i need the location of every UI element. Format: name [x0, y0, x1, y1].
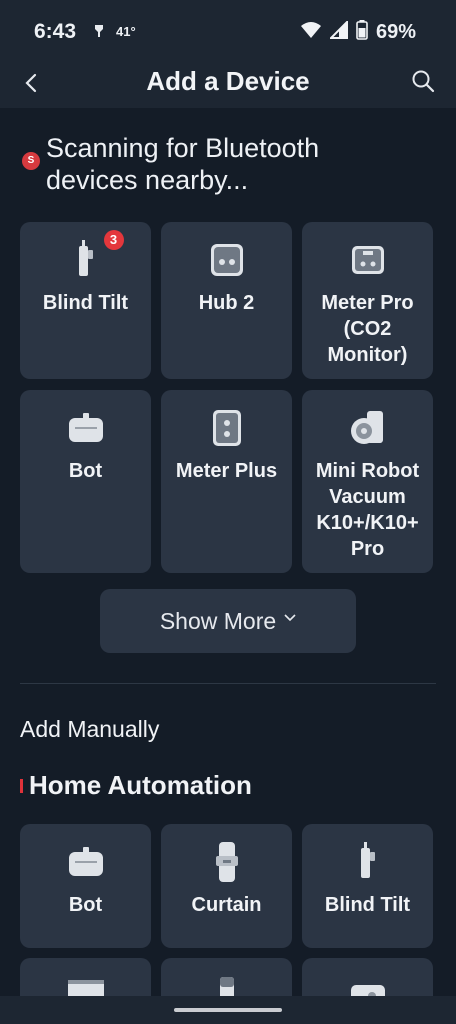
- section-title: Home Automation: [29, 770, 252, 800]
- manual-card-bot[interactable]: Bot: [20, 824, 151, 948]
- scan-text: Scanning for Bluetooth devices nearby...: [46, 132, 319, 196]
- device-label: Meter Plus: [175, 460, 278, 482]
- device-label: Hub 2: [198, 292, 255, 314]
- status-bar: 6:43 41° 69%: [0, 0, 456, 64]
- page-title: Add a Device: [146, 66, 310, 96]
- home-gesture-pill[interactable]: [174, 1008, 282, 1012]
- device-label: Curtain: [191, 894, 262, 916]
- manual-card-curtain[interactable]: Curtain: [161, 824, 292, 948]
- status-temperature: 41°: [116, 24, 136, 39]
- divider: [20, 683, 436, 684]
- badge-count: 3: [103, 230, 124, 250]
- device-card-hub-2[interactable]: Hub 2: [161, 222, 292, 379]
- battery-icon: [356, 20, 368, 45]
- device-label: Meter Pro (CO2 Monitor): [321, 292, 414, 366]
- device-label: Bot: [68, 460, 103, 482]
- scan-text-line2: devices nearby...: [46, 165, 249, 195]
- meter-pro-co2-icon: [348, 240, 388, 280]
- app-header: Add a Device: [0, 64, 456, 108]
- meter-plus-icon: [207, 408, 247, 448]
- status-icons: 69%: [300, 19, 416, 45]
- chevron-down-icon: [284, 601, 296, 628]
- notification-icon: [93, 24, 105, 41]
- signal-icon: [328, 19, 348, 44]
- device-label: Blind Tilt: [42, 292, 129, 314]
- blind-tilt-icon: [348, 842, 388, 882]
- add-manually-heading: Add Manually: [20, 716, 160, 742]
- device-card-meter-plus[interactable]: Meter Plus: [161, 390, 292, 573]
- search-icon: [411, 69, 435, 98]
- device-card-blind-tilt[interactable]: 3 Blind Tilt: [20, 222, 151, 379]
- scan-text-line1: Scanning for Bluetooth: [46, 133, 320, 163]
- section-accent-bar: [20, 778, 23, 793]
- device-label: Blind Tilt: [324, 894, 411, 916]
- manual-card-blind-tilt[interactable]: Blind Tilt: [302, 824, 433, 948]
- hub-2-icon: [207, 240, 247, 280]
- navigation-bar: [0, 996, 456, 1024]
- wifi-icon: [300, 21, 322, 44]
- section-header-home-automation: Home Automation: [20, 770, 252, 801]
- robot-vacuum-icon: [348, 408, 388, 448]
- scan-indicator-icon: S: [22, 152, 40, 170]
- device-label: Bot: [68, 894, 103, 916]
- show-more-label: Show More: [159, 607, 277, 634]
- show-more-button[interactable]: Show More: [100, 589, 356, 653]
- search-button[interactable]: [408, 68, 438, 98]
- device-card-bot[interactable]: Bot: [20, 390, 151, 573]
- status-time: 6:43: [34, 20, 77, 43]
- scan-status: S Scanning for Bluetooth devices nearby.…: [22, 132, 432, 196]
- device-card-meter-pro-co2[interactable]: Meter Pro (CO2 Monitor): [302, 222, 433, 379]
- curtain-icon: [207, 842, 247, 882]
- device-card-mini-robot-vacuum[interactable]: Mini Robot Vacuum K10+/K10+ Pro: [302, 390, 433, 573]
- device-label: Mini Robot Vacuum K10+/K10+ Pro: [315, 460, 420, 560]
- bot-icon: [66, 408, 106, 448]
- blind-tilt-icon: 3: [66, 230, 124, 280]
- battery-percent: 69%: [375, 21, 416, 43]
- bot-icon: [66, 842, 106, 882]
